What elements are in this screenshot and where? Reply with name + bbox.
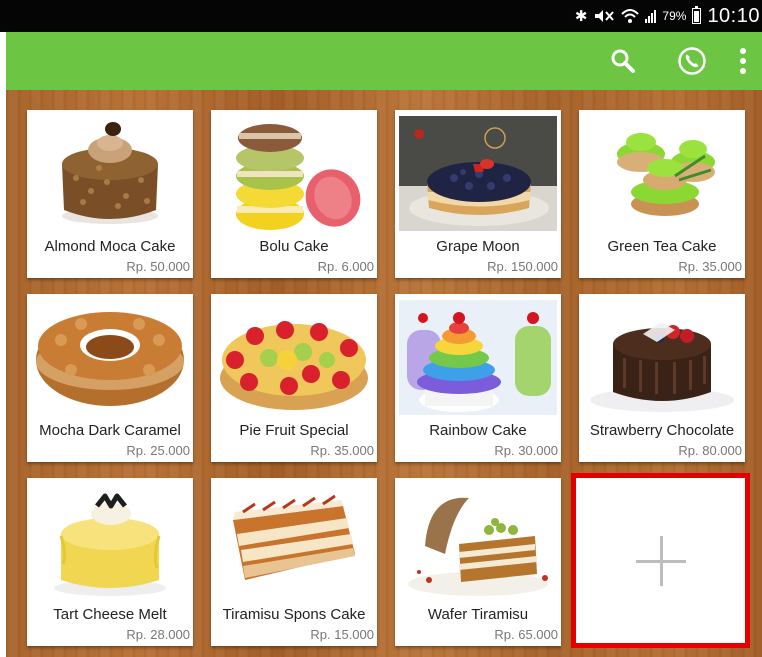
bluetooth-icon: ✱: [574, 8, 588, 25]
product-card[interactable]: Tart Cheese Melt Rp. 28.000: [27, 478, 193, 646]
product-image-wafer-tiramisu: [399, 484, 557, 599]
product-name: Rainbow Cake: [429, 422, 527, 439]
product-image-almond-moca-cake: [31, 116, 189, 231]
product-price: Rp. 35.000: [310, 443, 374, 458]
plus-icon: [635, 535, 686, 586]
status-bar: ✱ 79% 10:10: [0, 0, 762, 32]
product-image-pie-fruit-special: [215, 300, 373, 415]
product-name: Mocha Dark Caramel: [39, 422, 181, 439]
product-name: Grape Moon: [436, 238, 520, 255]
product-image-mocha-dark-caramel: [31, 300, 189, 415]
product-name: Strawberry Chocolate: [589, 422, 735, 439]
product-image-green-tea-cake: [583, 116, 741, 231]
product-card[interactable]: Green Tea Cake Rp. 35.000: [579, 110, 745, 278]
battery-icon: [692, 6, 702, 24]
product-price: Rp. 150.000: [487, 259, 558, 274]
product-price: Rp. 15.000: [310, 627, 374, 642]
search-icon: [611, 49, 635, 73]
product-card[interactable]: Pie Fruit Special Rp. 35.000: [211, 294, 377, 462]
product-card[interactable]: Tiramisu Spons Cake Rp. 15.000: [211, 478, 377, 646]
product-name: Tart Cheese Melt: [53, 606, 167, 623]
product-card[interactable]: Grape Moon Rp. 150.000: [395, 110, 561, 278]
product-price: Rp. 25.000: [126, 443, 190, 458]
product-name: Green Tea Cake: [607, 238, 717, 255]
product-price: Rp. 30.000: [494, 443, 558, 458]
product-image-grape-moon: [399, 116, 557, 231]
search-button[interactable]: [598, 32, 648, 90]
add-product-button[interactable]: [571, 473, 750, 648]
product-card[interactable]: Mocha Dark Caramel Rp. 25.000: [27, 294, 193, 462]
overflow-menu-icon: [740, 48, 746, 74]
battery-level: 79%: [662, 9, 687, 23]
overflow-menu-button[interactable]: [723, 32, 762, 90]
product-image-tart-cheese-melt: [31, 484, 189, 599]
product-name: Almond Moca Cake: [44, 238, 176, 255]
product-name: Tiramisu Spons Cake: [222, 606, 366, 623]
product-price: Rp. 28.000: [126, 627, 190, 642]
product-price: Rp. 65.000: [494, 627, 558, 642]
phone-icon: [678, 47, 706, 75]
product-card[interactable]: Rainbow Cake Rp. 30.000: [395, 294, 561, 462]
wifi-icon: [621, 9, 640, 23]
product-price: Rp. 50.000: [126, 259, 190, 274]
product-card[interactable]: Wafer Tiramisu Rp. 65.000: [395, 478, 561, 646]
app-bar: [6, 32, 762, 90]
product-price: Rp. 6.000: [317, 259, 374, 274]
product-image-tiramisu-spons-cake: [215, 484, 373, 599]
product-price: Rp. 80.000: [678, 443, 742, 458]
product-name: Wafer Tiramisu: [427, 606, 529, 623]
signal-icon: [645, 9, 657, 23]
status-icons: ✱ 79% 10:10: [575, 0, 760, 32]
product-card[interactable]: Strawberry Chocolate Rp. 80.000: [579, 294, 745, 462]
product-card[interactable]: Bolu Cake Rp. 6.000: [211, 110, 377, 278]
mute-icon: [595, 10, 615, 22]
call-button[interactable]: [667, 32, 717, 90]
product-price: Rp. 35.000: [678, 259, 742, 274]
product-card[interactable]: Almond Moca Cake Rp. 50.000: [27, 110, 193, 278]
product-name: Pie Fruit Special: [239, 422, 349, 439]
product-name: Bolu Cake: [259, 238, 329, 255]
product-image-strawberry-chocolate: [583, 300, 741, 415]
product-image-bolu-cake: [215, 116, 373, 231]
clock-time: 10:10: [707, 4, 760, 27]
product-image-rainbow-cake: [399, 300, 557, 415]
